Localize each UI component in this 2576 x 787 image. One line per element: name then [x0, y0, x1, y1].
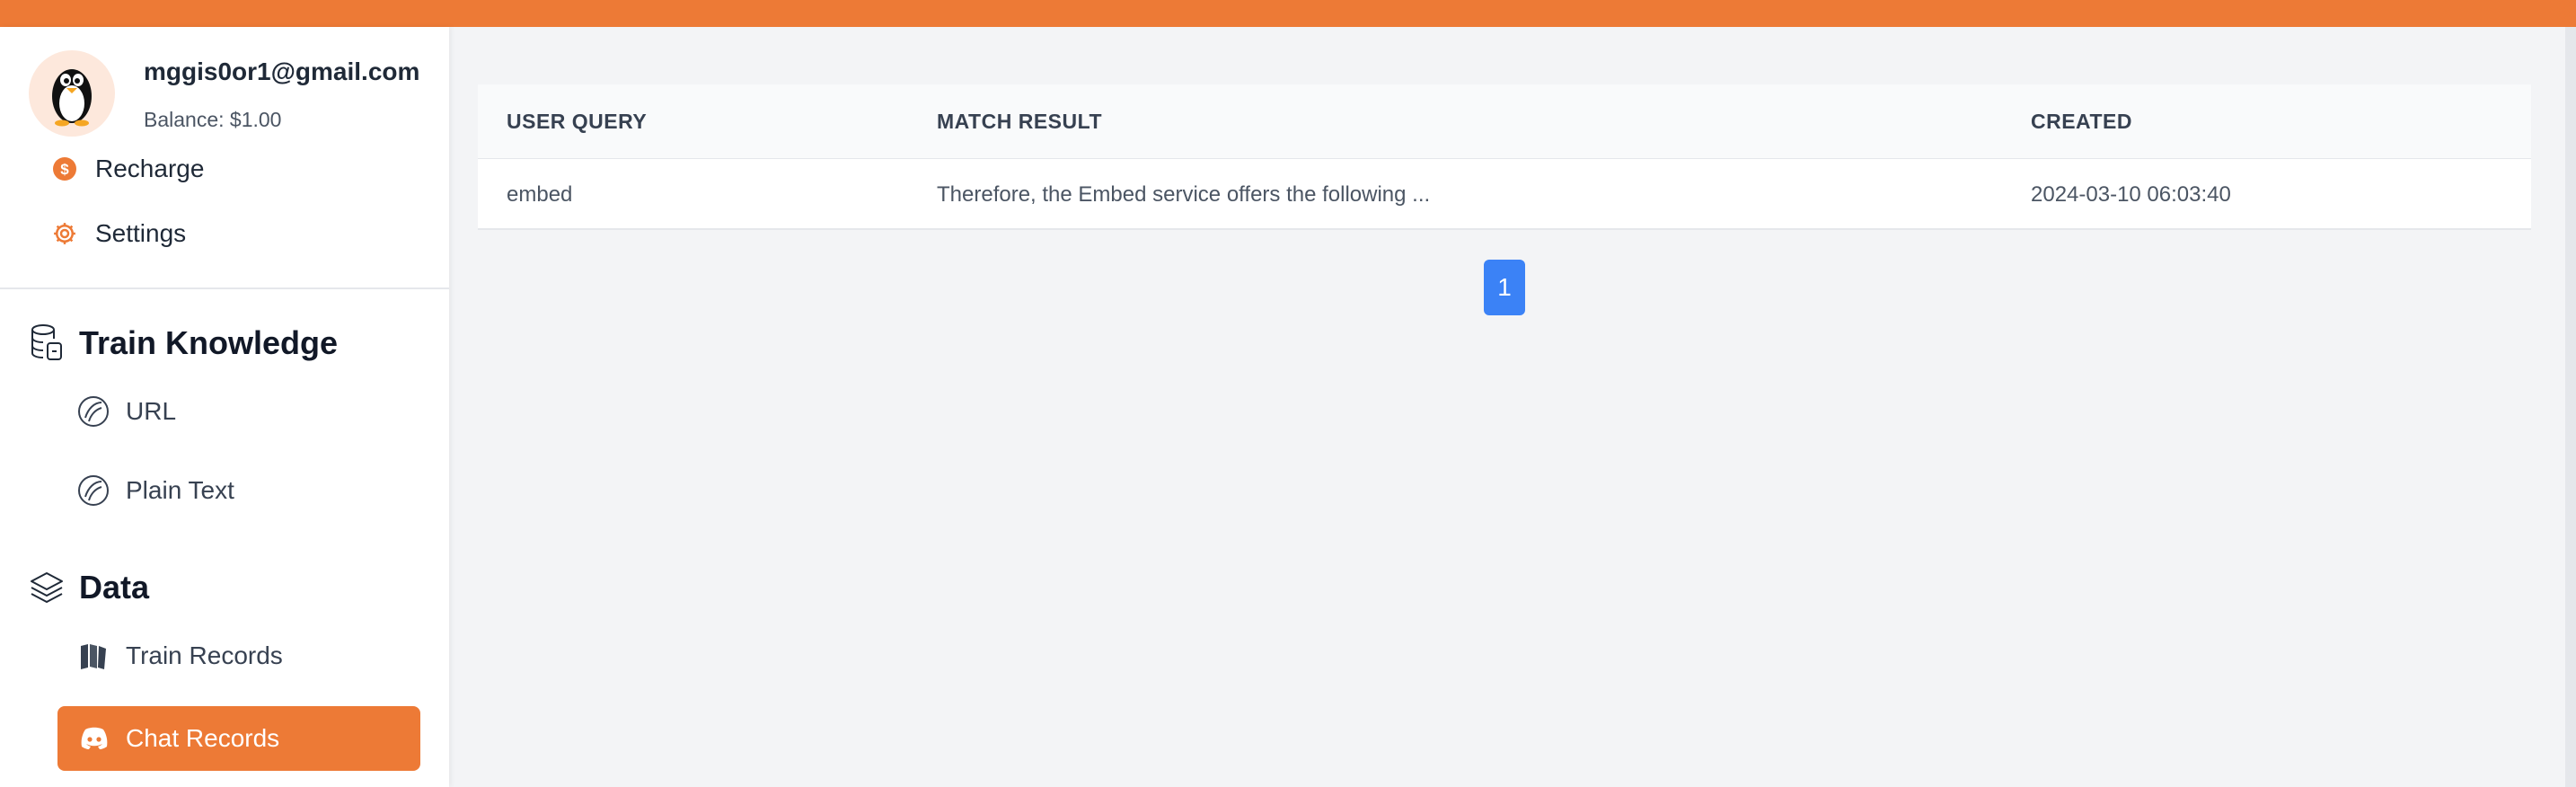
- sidebar-item-chat-records[interactable]: Chat Records: [57, 706, 420, 771]
- coin-icon: $: [50, 155, 79, 183]
- data-heading: Data: [29, 568, 149, 607]
- chat-records-table: USER QUERY MATCH RESULT CREATED embed Th…: [478, 84, 2531, 230]
- gear-icon: [50, 219, 79, 248]
- column-header-user-query: USER QUERY: [507, 110, 648, 133]
- sidebar-item-train-records[interactable]: Train Records: [77, 640, 283, 672]
- train-knowledge-heading: Train Knowledge: [29, 323, 338, 363]
- globe-icon: [77, 395, 110, 428]
- layers-icon: [29, 568, 65, 607]
- column-header-match-result: MATCH RESULT: [937, 110, 1103, 133]
- sidebar: mggis0or1@gmail.com Balance: $1.00 $ Rec…: [0, 27, 449, 787]
- sidebar-item-plain-text[interactable]: Plain Text: [77, 474, 234, 507]
- cell-match-result: Therefore, the Embed service offers the …: [937, 182, 1431, 207]
- discord-icon: [79, 723, 110, 754]
- user-email: mggis0or1@gmail.com: [144, 57, 420, 85]
- sidebar-divider: [0, 287, 449, 289]
- data-title: Data: [79, 569, 150, 606]
- globe-icon: [77, 474, 110, 507]
- settings-label: Settings: [95, 219, 187, 247]
- scrollbar[interactable]: [2565, 27, 2576, 787]
- recharge-menu-item[interactable]: $ Recharge: [50, 155, 204, 183]
- books-icon: [77, 640, 110, 672]
- pagination-page-button[interactable]: 1: [1484, 260, 1525, 315]
- sidebar-item-plain-text-label: Plain Text: [126, 476, 234, 504]
- cell-created: 2024-03-10 06:03:40: [2031, 182, 2231, 207]
- penguin-avatar-icon: [52, 69, 92, 127]
- svg-text:$: $: [60, 161, 69, 178]
- settings-menu-item[interactable]: Settings: [50, 219, 186, 248]
- table-header: USER QUERY MATCH RESULT CREATED: [478, 84, 2531, 158]
- top-accent-bar: [0, 0, 2576, 27]
- sidebar-item-url-label: URL: [126, 397, 177, 425]
- train-knowledge-title: Train Knowledge: [79, 324, 339, 361]
- column-header-created: CREATED: [2031, 110, 2132, 133]
- table-row[interactable]: embed Therefore, the Embed service offer…: [478, 158, 2531, 230]
- sidebar-item-chat-records-label: Chat Records: [126, 724, 280, 752]
- avatar[interactable]: [29, 50, 115, 137]
- user-balance: Balance: $1.00: [144, 108, 282, 131]
- sidebar-item-url[interactable]: URL: [77, 395, 176, 428]
- recharge-label: Recharge: [95, 155, 205, 182]
- cell-user-query: embed: [507, 182, 573, 207]
- sidebar-item-train-records-label: Train Records: [126, 641, 283, 669]
- database-icon: [29, 323, 65, 363]
